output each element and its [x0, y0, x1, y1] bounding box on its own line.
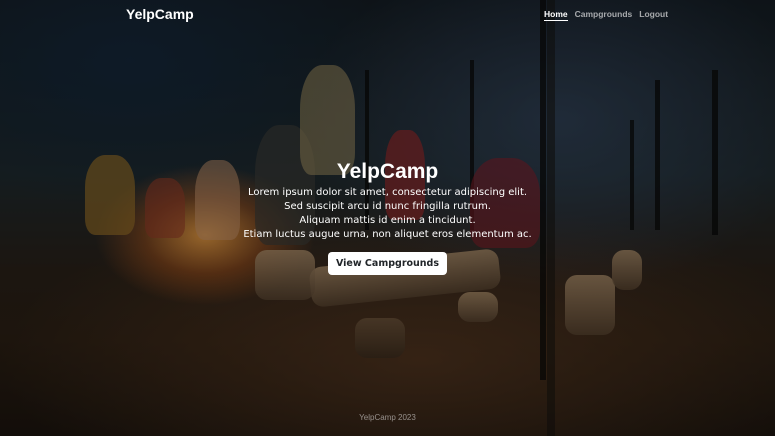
top-navbar: YelpCamp Home Campgrounds Logout: [0, 0, 775, 30]
hero-title: YelpCamp: [336, 160, 439, 183]
hero-text-line: Aliquam mattis id enim a tincidunt.: [299, 215, 476, 226]
nav-link-home[interactable]: Home: [544, 9, 568, 21]
nav-links: Home Campgrounds Logout: [544, 9, 668, 21]
nav-link-logout[interactable]: Logout: [639, 9, 668, 21]
hero-text-line: Lorem ipsum dolor sit amet, consectetur …: [247, 187, 528, 198]
navbar-brand[interactable]: YelpCamp: [126, 6, 194, 22]
hero-text-line: Sed suscipit arcu id nunc fringilla rutr…: [284, 201, 491, 212]
hero-section: YelpCamp Lorem ipsum dolor sit amet, con…: [0, 158, 775, 275]
nav-link-campgrounds[interactable]: Campgrounds: [575, 9, 633, 21]
view-campgrounds-button[interactable]: View Campgrounds: [327, 252, 448, 275]
footer-text: YelpCamp 2023: [359, 413, 416, 422]
hero-text-line: Etiam luctus augue urna, non aliquet ero…: [243, 229, 532, 240]
